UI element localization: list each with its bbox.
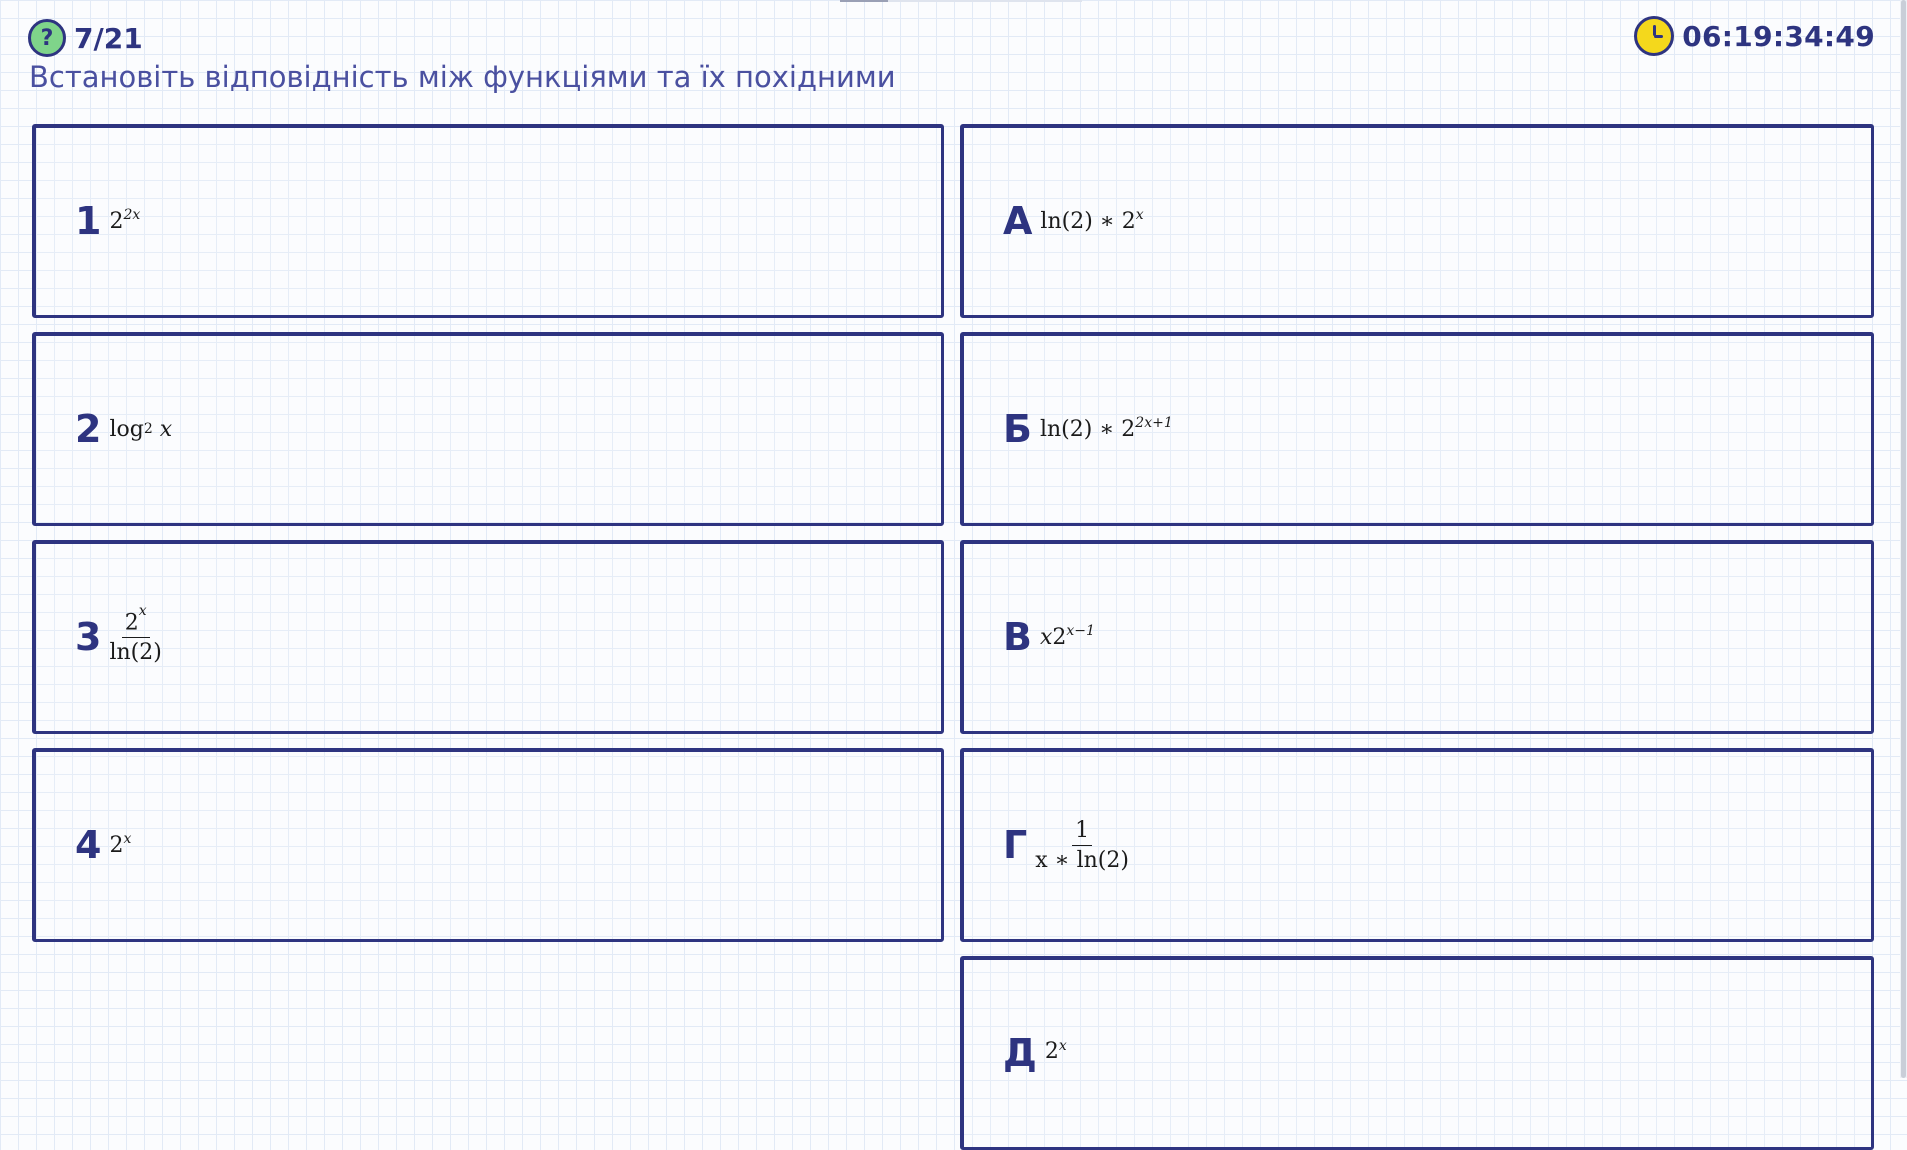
- question-mark-icon[interactable]: ?: [28, 19, 66, 57]
- math-expression: x 2 x−1: [1039, 623, 1095, 650]
- match-right-item-a[interactable]: А ln(2) ∗ 2x: [960, 124, 1874, 318]
- match-left-item-3[interactable]: 3 2x ln(2): [32, 540, 944, 734]
- math-expression: 2x: [1044, 1037, 1067, 1065]
- countdown-timer: 06:19:34:49: [1682, 19, 1875, 53]
- item-label: А: [1003, 199, 1033, 243]
- question-counter: 7/21: [74, 21, 143, 55]
- page-scrollbar[interactable]: [1900, 0, 1907, 1078]
- math-expression: 2x: [109, 831, 132, 858]
- item-label: 2: [75, 407, 102, 451]
- math-fraction: 1 x ∗ ln(2): [1035, 817, 1129, 873]
- match-right-item-b[interactable]: Б ln(2) ∗ 2 2x+1: [960, 332, 1874, 526]
- top-tab-indicator: [840, 0, 1082, 2]
- item-label: 3: [75, 615, 102, 659]
- item-label: Б: [1003, 407, 1032, 451]
- item-label: 1: [75, 199, 102, 243]
- header-counter: ? 7/21: [28, 19, 143, 57]
- math-fraction: 2x ln(2): [109, 602, 162, 666]
- math-expression: ln(2) ∗ 2x: [1040, 207, 1144, 234]
- math-expression: 2 2x: [109, 207, 141, 234]
- math-expression: log 2 x: [109, 416, 173, 442]
- item-label: 4: [75, 823, 102, 867]
- match-left-item-1[interactable]: 1 2 2x: [32, 124, 944, 318]
- math-expression: ln(2) ∗ 2 2x+1: [1039, 415, 1173, 442]
- clock-icon: [1634, 16, 1675, 56]
- match-left-item-4[interactable]: 4 2x: [32, 748, 944, 942]
- header-timer: 06:19:34:49: [1634, 16, 1875, 56]
- item-label: Г: [1003, 823, 1028, 867]
- match-right-item-d[interactable]: Д 2x: [960, 956, 1874, 1150]
- match-right-item-v[interactable]: В x 2 x−1: [960, 540, 1874, 734]
- match-right-item-g[interactable]: Г 1 x ∗ ln(2): [960, 748, 1874, 942]
- question-text: Встановіть відповідність між функціями т…: [29, 60, 896, 94]
- item-label: В: [1003, 615, 1032, 659]
- match-left-item-2[interactable]: 2 log 2 x: [32, 332, 944, 526]
- item-label: Д: [1003, 1031, 1037, 1075]
